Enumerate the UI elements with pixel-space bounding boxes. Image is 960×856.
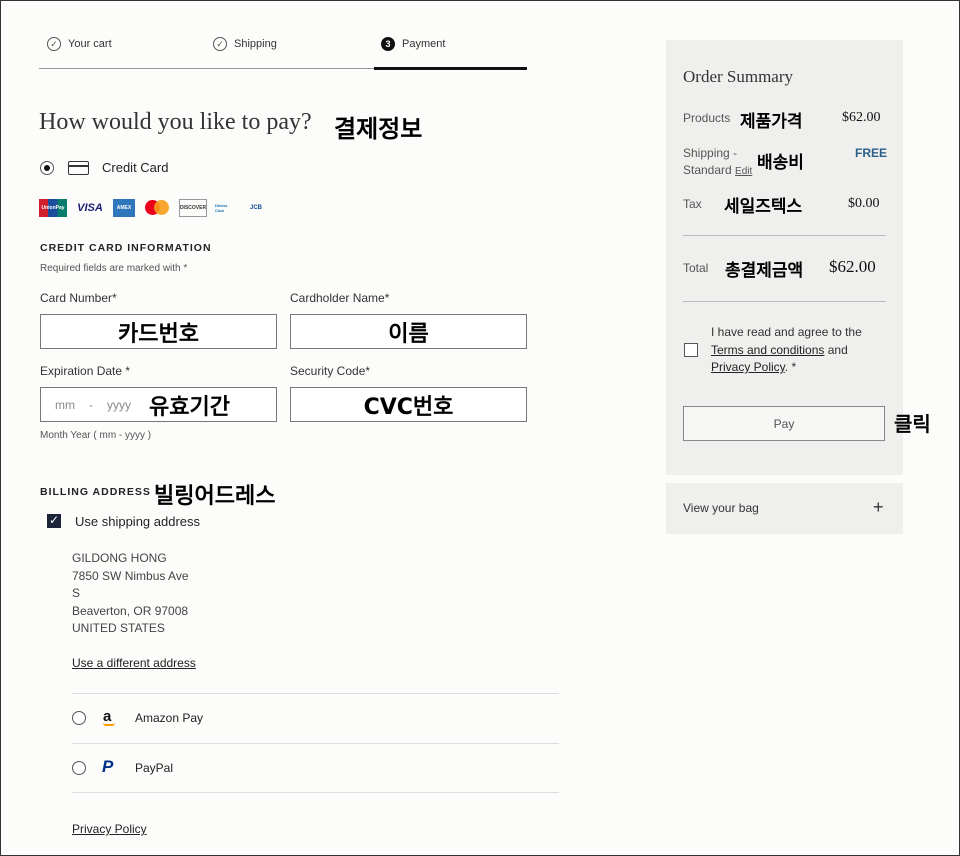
agree-terms-checkbox[interactable]	[684, 343, 698, 357]
check-circle-icon: ✓	[213, 37, 227, 51]
annotation-sales-tax: 세일즈텍스	[724, 197, 803, 217]
step-your-cart[interactable]: ✓ Your cart	[47, 37, 112, 51]
order-summary-title: Order Summary	[683, 67, 794, 86]
annotation-expiration: 유효기간	[149, 394, 230, 420]
shipping-method: Standard Edit	[683, 163, 752, 177]
exp-separator: -	[89, 397, 93, 412]
total-label: Total	[683, 261, 709, 275]
step-label: Payment	[402, 38, 446, 50]
diners-club-logo-icon: Diners Club	[215, 203, 228, 213]
privacy-policy-link[interactable]: Privacy Policy	[72, 822, 147, 836]
exp-year-placeholder: yyyy	[107, 397, 131, 412]
required-note: Required fields are marked with *	[40, 263, 188, 274]
use-different-address-link[interactable]: Use a different address	[72, 656, 196, 670]
credit-card-label: Credit Card	[102, 160, 169, 175]
exp-month-placeholder: mm	[55, 397, 75, 412]
amazon-pay-radio[interactable]	[72, 711, 86, 725]
agree-and: and	[827, 342, 848, 357]
security-code-input[interactable]: CVC번호	[290, 387, 527, 422]
step-number-icon: 3	[381, 37, 395, 51]
checkout-stepper: ✓ Your cart ✓ Shipping 3 Payment	[39, 31, 527, 70]
agree-terms-text: I have read and agree to the Terms and c…	[711, 324, 891, 377]
card-number-input[interactable]: 카드번호	[40, 314, 277, 349]
page-title: How would you like to pay?	[39, 109, 312, 135]
billing-title: BILLING ADDRESS	[40, 486, 151, 498]
discover-logo-icon: DISCOVER	[179, 199, 207, 217]
products-label: Products	[683, 111, 731, 125]
paypal-logo-icon: P	[102, 757, 114, 776]
annotation-product-price: 제품가격	[740, 112, 803, 132]
use-shipping-label: Use shipping address	[75, 514, 201, 529]
products-value: $62.00	[842, 110, 881, 125]
terms-link[interactable]: Terms and conditions	[711, 343, 824, 357]
visa-logo-icon: VISA	[77, 202, 103, 214]
shipping-edit-link[interactable]: Edit	[735, 166, 752, 177]
paypal-radio[interactable]	[72, 761, 86, 775]
use-shipping-checkbox[interactable]	[47, 513, 61, 528]
annotation-payment-info: 결제정보	[334, 115, 423, 143]
address-line: 7850 SW Nimbus Ave	[72, 568, 189, 583]
step-label: Shipping	[234, 38, 277, 50]
agree-text: I have read and agree to the	[711, 325, 862, 339]
annotation-card-number: 카드번호	[118, 321, 199, 347]
card-number-label: Card Number*	[40, 291, 117, 305]
divider	[683, 301, 886, 302]
divider	[72, 693, 559, 694]
plus-icon[interactable]: +	[873, 497, 884, 518]
shipping-method-label: Standard	[683, 163, 732, 177]
expiration-input[interactable]: mm - yyyy 유효기간	[40, 387, 277, 422]
privacy-link[interactable]: Privacy Policy	[711, 360, 785, 374]
expiration-hint: Month Year ( mm - yyyy )	[40, 430, 152, 441]
card-brand-logos: UnionPay VISA AMEX DISCOVER Diners Club …	[39, 199, 267, 217]
step-shipping[interactable]: ✓ Shipping	[213, 37, 277, 51]
check-circle-icon: ✓	[47, 37, 61, 51]
credit-card-radio[interactable]	[40, 161, 54, 175]
step-label: Your cart	[68, 38, 112, 50]
paypal-label: PayPal	[135, 761, 174, 775]
address-line: GILDONG HONG	[72, 551, 167, 565]
annotation-click: 클릭	[894, 412, 931, 436]
shipping-value: FREE	[855, 146, 888, 160]
address-line: UNITED STATES	[72, 621, 165, 635]
amazon-pay-label: Amazon Pay	[135, 711, 204, 725]
jcb-logo-icon: JCB	[249, 205, 262, 211]
annotation-billing-address: 빌링어드레스	[154, 484, 276, 509]
unionpay-logo-icon: UnionPay	[39, 199, 67, 217]
active-step-indicator	[374, 67, 527, 70]
security-code-label: Security Code*	[290, 364, 371, 378]
expiration-label: Expiration Date *	[40, 364, 131, 378]
cardholder-label: Cardholder Name*	[290, 291, 390, 305]
annotation-cvc: CVC번호	[363, 394, 454, 420]
divider	[72, 792, 559, 793]
shipping-label: Shipping -	[683, 146, 738, 160]
annotation-name: 이름	[388, 321, 429, 347]
agree-end: . *	[784, 360, 797, 374]
tax-value: $0.00	[848, 196, 880, 211]
address-line: Beaverton, OR 97008	[72, 603, 189, 618]
pay-button[interactable]: Pay	[683, 406, 885, 441]
credit-card-icon	[68, 161, 89, 175]
divider	[72, 743, 559, 744]
divider	[683, 235, 886, 236]
amazon-logo-icon: a	[103, 708, 115, 726]
cc-section-title: CREDIT CARD INFORMATION	[40, 242, 212, 254]
amex-logo-icon: AMEX	[113, 199, 135, 217]
total-value: $62.00	[829, 257, 876, 276]
annotation-shipping-fee: 배송비	[757, 153, 804, 173]
billing-address-block: GILDONG HONG 7850 SW Nimbus Ave S Beaver…	[72, 550, 189, 638]
mastercard-logo-icon	[143, 199, 171, 217]
annotation-total-amount: 총결제금액	[725, 261, 804, 281]
tax-label: Tax	[683, 197, 702, 211]
cardholder-input[interactable]: 이름	[290, 314, 527, 349]
address-line: S	[72, 586, 81, 600]
step-payment: 3 Payment	[381, 37, 445, 51]
view-bag-label: View your bag	[683, 501, 759, 515]
